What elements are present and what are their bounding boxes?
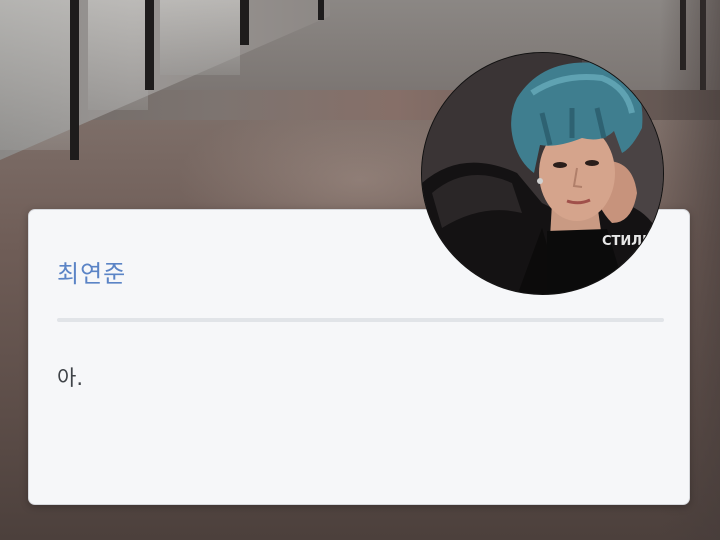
background-glass-panel [0, 0, 70, 150]
avatar: СТИЛЬ [421, 52, 664, 295]
background-frame [145, 0, 154, 90]
sender-name: 최연준 [57, 260, 127, 288]
profile-photo-icon: СТИЛЬ [422, 53, 663, 294]
background-frame [70, 0, 79, 160]
background-frame [240, 0, 249, 45]
background-frame [318, 0, 324, 20]
message-text: 아. [57, 366, 83, 390]
background-glass-panel [160, 0, 240, 75]
background-glass-panel [88, 0, 148, 110]
divider [57, 318, 664, 322]
